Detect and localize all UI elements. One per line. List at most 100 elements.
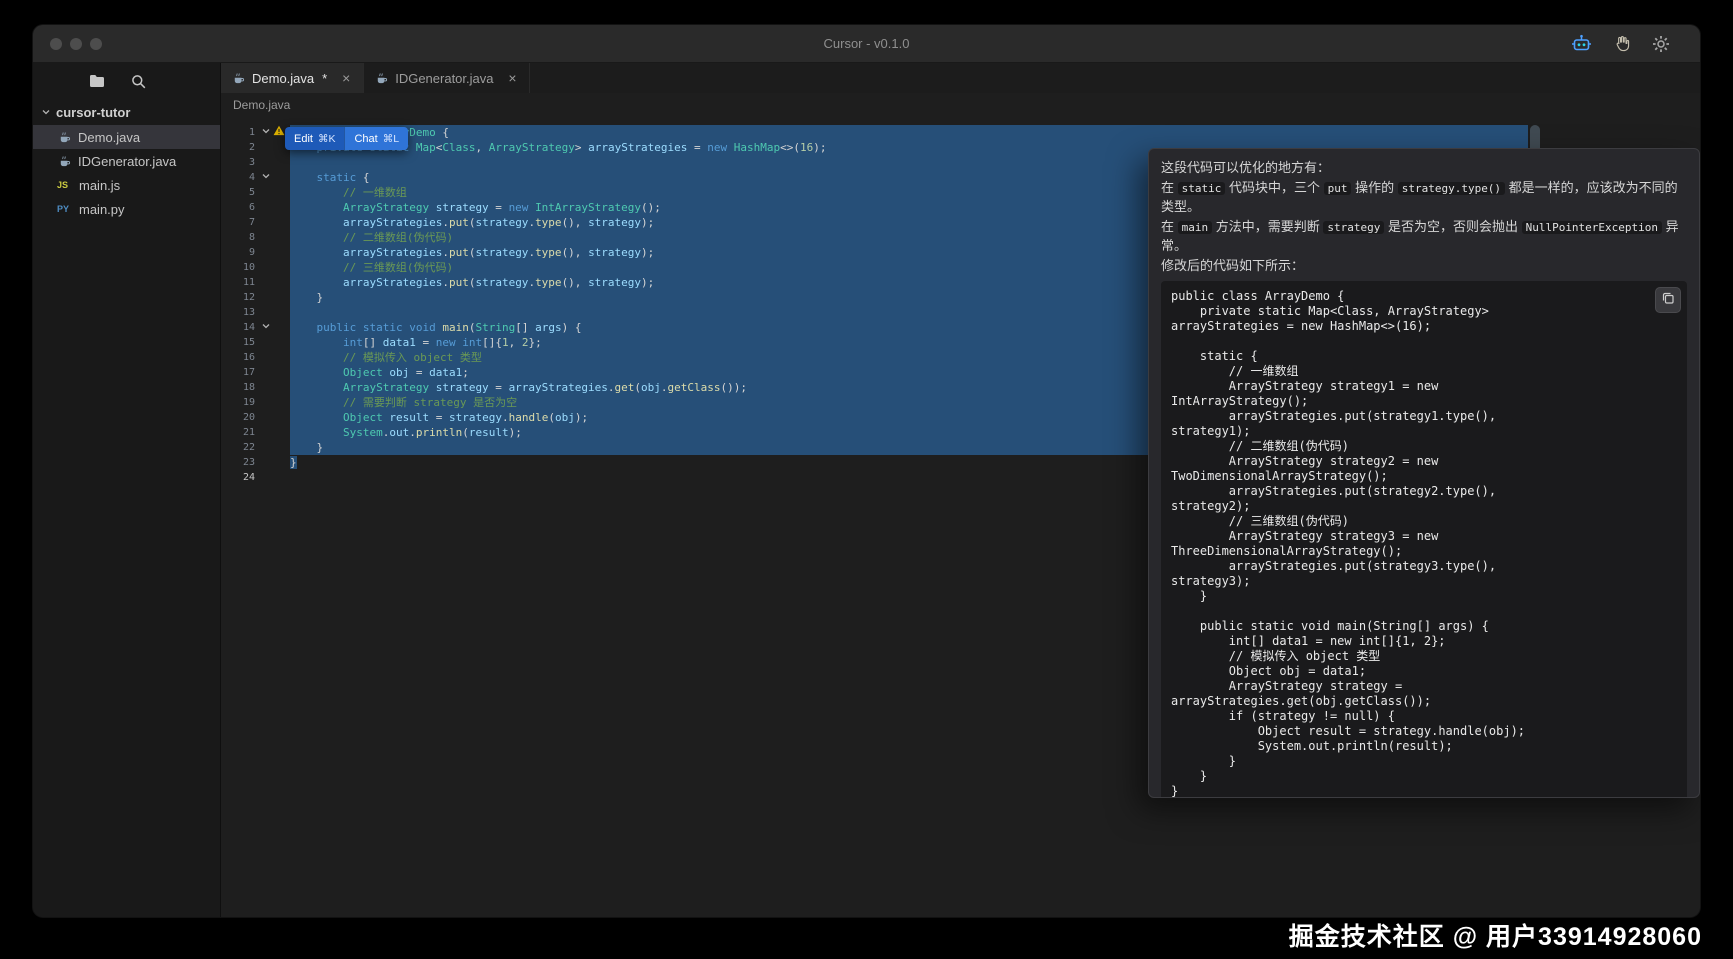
titlebar: Cursor - v0.1.0 — [33, 25, 1700, 63]
line-number: 5 — [221, 185, 255, 200]
line-number: 13 — [221, 305, 255, 320]
breadcrumb[interactable]: Demo.java — [221, 93, 1700, 117]
line-number: 22 — [221, 440, 255, 455]
line-number: 9 — [221, 245, 255, 260]
assistant-paragraph: 在 main 方法中，需要判断 strategy 是否为空，否则会抛出 Null… — [1161, 218, 1687, 255]
breadcrumb-item: Demo.java — [233, 98, 290, 112]
fold-chevron-icon[interactable] — [261, 125, 271, 140]
search-icon[interactable] — [131, 74, 146, 89]
line-number: 16 — [221, 350, 255, 365]
line-indicators — [255, 260, 290, 275]
line-indicators — [255, 305, 290, 320]
sidebar: cursor-tutor Demo.java IDGenerator.java JS… — [33, 63, 221, 917]
fold-chevron-icon[interactable] — [261, 320, 271, 335]
tab-IDGenerator.java[interactable]: IDGenerator.java × — [364, 63, 530, 93]
line-number: 14 — [221, 320, 255, 335]
titlebar-icons — [1570, 33, 1700, 55]
file-label: main.js — [79, 178, 120, 193]
line-number: 1 — [221, 125, 255, 140]
java-icon — [374, 72, 389, 85]
line-indicators — [255, 170, 290, 185]
file-item[interactable]: PYmain.py — [33, 197, 220, 221]
copy-button[interactable] — [1655, 287, 1681, 313]
line-indicators — [255, 335, 290, 350]
line-indicators — [255, 275, 290, 290]
line-indicators — [255, 200, 290, 215]
line-number: 19 — [221, 395, 255, 410]
java-icon — [231, 72, 246, 85]
file-item[interactable]: Demo.java — [33, 125, 220, 149]
file-item[interactable]: JS main.js — [33, 173, 220, 197]
tab-close-icon[interactable]: × — [339, 70, 353, 86]
file-list: Demo.java IDGenerator.java JS main.js PYmain… — [33, 125, 220, 221]
line-indicators — [255, 290, 290, 305]
java-icon — [57, 155, 72, 168]
line-number: 4 — [221, 170, 255, 185]
line-indicators — [255, 230, 290, 245]
line-number: 3 — [221, 155, 255, 170]
line-indicators — [255, 455, 290, 470]
chevron-down-icon — [41, 107, 51, 117]
copy-icon — [1661, 291, 1675, 310]
tab-label: IDGenerator.java — [395, 71, 493, 86]
fold-chevron-icon[interactable] — [261, 170, 271, 185]
tab-Demo.java[interactable]: Demo.java*× — [221, 63, 364, 93]
line-indicators — [255, 215, 290, 230]
line-indicators — [255, 440, 290, 455]
robot-icon[interactable] — [1570, 33, 1592, 55]
line-number: 18 — [221, 380, 255, 395]
java-icon — [57, 131, 72, 144]
inline-code: static — [1178, 182, 1226, 195]
js-badge: JS — [57, 180, 73, 190]
maximize-button[interactable] — [90, 38, 102, 50]
line-number: 10 — [221, 260, 255, 275]
hand-icon[interactable] — [1610, 33, 1632, 55]
line-indicators — [255, 155, 290, 170]
workspace-name: cursor-tutor — [56, 105, 130, 120]
line-number: 15 — [221, 335, 255, 350]
line-number: 21 — [221, 425, 255, 440]
assistant-code-pre: public class ArrayDemo { private static … — [1171, 289, 1677, 798]
workspace-folder-row[interactable]: cursor-tutor — [33, 99, 220, 125]
line-indicators — [255, 365, 290, 380]
assistant-paragraph: 这段代码可以优化的地方有： — [1161, 159, 1687, 177]
line-indicators — [255, 185, 290, 200]
chat-button[interactable]: Chat ⌘L — [344, 127, 408, 150]
line-indicators — [255, 245, 290, 260]
edit-chat-popup: Edit ⌘K Chat ⌘L — [285, 127, 408, 150]
explorer-folder-icon[interactable] — [89, 74, 105, 88]
tab-close-icon[interactable]: × — [505, 70, 519, 86]
line-indicators — [255, 350, 290, 365]
line-number: 8 — [221, 230, 255, 245]
line-number: 7 — [221, 215, 255, 230]
file-item[interactable]: IDGenerator.java — [33, 149, 220, 173]
tab-label: Demo.java — [252, 71, 314, 86]
line-number: 12 — [221, 290, 255, 305]
tab-bar: Demo.java*× IDGenerator.java × — [221, 63, 1700, 93]
line-number: 11 — [221, 275, 255, 290]
line-number: 17 — [221, 365, 255, 380]
inline-code: main — [1178, 221, 1213, 234]
inline-code: strategy — [1323, 221, 1384, 234]
minimize-button[interactable] — [70, 38, 82, 50]
window-controls — [33, 38, 102, 50]
chat-shortcut: ⌘L — [383, 133, 399, 145]
assistant-panel: 这段代码可以优化的地方有：在 static 代码块中，三个 put 操作的 st… — [1148, 148, 1700, 798]
edit-label: Edit — [294, 133, 313, 145]
close-button[interactable] — [50, 38, 62, 50]
line-content[interactable]: public class ArrayDemo { — [290, 125, 1528, 140]
inline-code: NullPointerException — [1522, 221, 1662, 234]
line-indicators — [255, 410, 290, 425]
file-label: main.py — [79, 202, 125, 217]
line-number: 6 — [221, 200, 255, 215]
assistant-paragraph: 修改后的代码如下所示： — [1161, 257, 1687, 275]
line-number: 2 — [221, 140, 255, 155]
gear-icon[interactable] — [1650, 33, 1672, 55]
window-title: Cursor - v0.1.0 — [33, 36, 1700, 51]
warning-icon — [273, 125, 285, 140]
edit-button[interactable]: Edit ⌘K — [285, 127, 344, 150]
assistant-code-block: public class ArrayDemo { private static … — [1161, 281, 1687, 798]
assistant-text: 这段代码可以优化的地方有：在 static 代码块中，三个 put 操作的 st… — [1161, 159, 1687, 275]
file-label: IDGenerator.java — [78, 154, 176, 169]
inline-code: strategy.type() — [1398, 182, 1505, 195]
